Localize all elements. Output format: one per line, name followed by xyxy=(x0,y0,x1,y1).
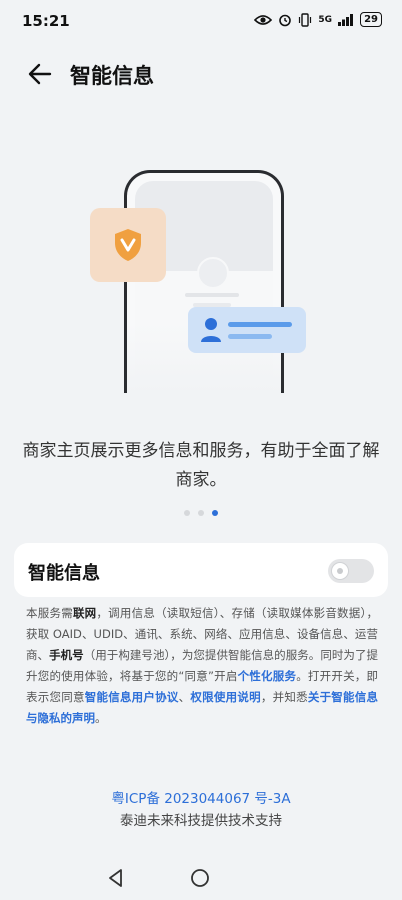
page-indicator xyxy=(0,510,402,516)
nav-home-icon[interactable] xyxy=(190,868,210,888)
smart-info-toggle[interactable] xyxy=(328,559,374,583)
personalized-service-link[interactable]: 个性化服务 xyxy=(238,669,297,683)
legal-bold: 手机号 xyxy=(49,648,84,662)
legal-text: ，并知悉 xyxy=(260,690,308,704)
page-dot-active[interactable] xyxy=(212,510,218,516)
avatar-placeholder xyxy=(197,257,229,289)
back-arrow-icon[interactable] xyxy=(26,60,54,88)
status-icons: 5G 29 xyxy=(254,12,382,27)
tech-support-text: 泰迪未来科技提供技术支持 xyxy=(120,813,282,829)
status-bar: 15:21 5G 29 xyxy=(0,0,402,44)
user-agreement-link[interactable]: 智能信息用户协议 xyxy=(85,690,179,704)
contact-line xyxy=(228,322,292,327)
page-dot[interactable] xyxy=(184,510,190,516)
eye-icon xyxy=(254,14,273,25)
nav-back-icon[interactable] xyxy=(106,868,126,888)
page-dot[interactable] xyxy=(198,510,204,516)
legal-bold: 联网 xyxy=(72,606,97,620)
navigation-bar xyxy=(0,860,402,896)
toggle-row[interactable]: 智能信息 xyxy=(14,543,388,597)
shield-card xyxy=(90,208,166,282)
shield-icon xyxy=(115,229,141,261)
toggle-label: 智能信息 xyxy=(28,563,100,584)
permission-instructions-link[interactable]: 权限使用说明 xyxy=(190,690,260,704)
legal-text: 本服务需 xyxy=(26,606,73,620)
signal-label: 5G xyxy=(318,14,333,25)
battery-indicator: 29 xyxy=(360,12,382,27)
contact-line xyxy=(228,334,272,339)
page-title: 智能信息 xyxy=(70,64,154,88)
legal-text: 、 xyxy=(178,690,191,704)
status-time: 15:21 xyxy=(22,12,70,30)
legal-text: 。 xyxy=(95,711,107,725)
icp-link[interactable]: 粤ICP备 2023044067 号-3A xyxy=(0,787,402,807)
alarm-icon xyxy=(279,14,292,26)
legal-notice: 本服务需联网，调用信息（读取短信）、存储（读取媒体影音数据），获取 OAID、U… xyxy=(26,603,378,729)
toggle-knob xyxy=(332,563,348,579)
placeholder-line xyxy=(185,293,239,297)
illustration xyxy=(0,150,402,400)
person-icon xyxy=(201,318,221,342)
header: 智能信息 xyxy=(0,50,402,98)
contact-card xyxy=(188,307,306,353)
vibrate-icon xyxy=(299,12,312,27)
feature-description: 商家主页展示更多信息和服务，有助于全面了解商家。 xyxy=(22,441,380,490)
signal-icon xyxy=(338,13,354,26)
